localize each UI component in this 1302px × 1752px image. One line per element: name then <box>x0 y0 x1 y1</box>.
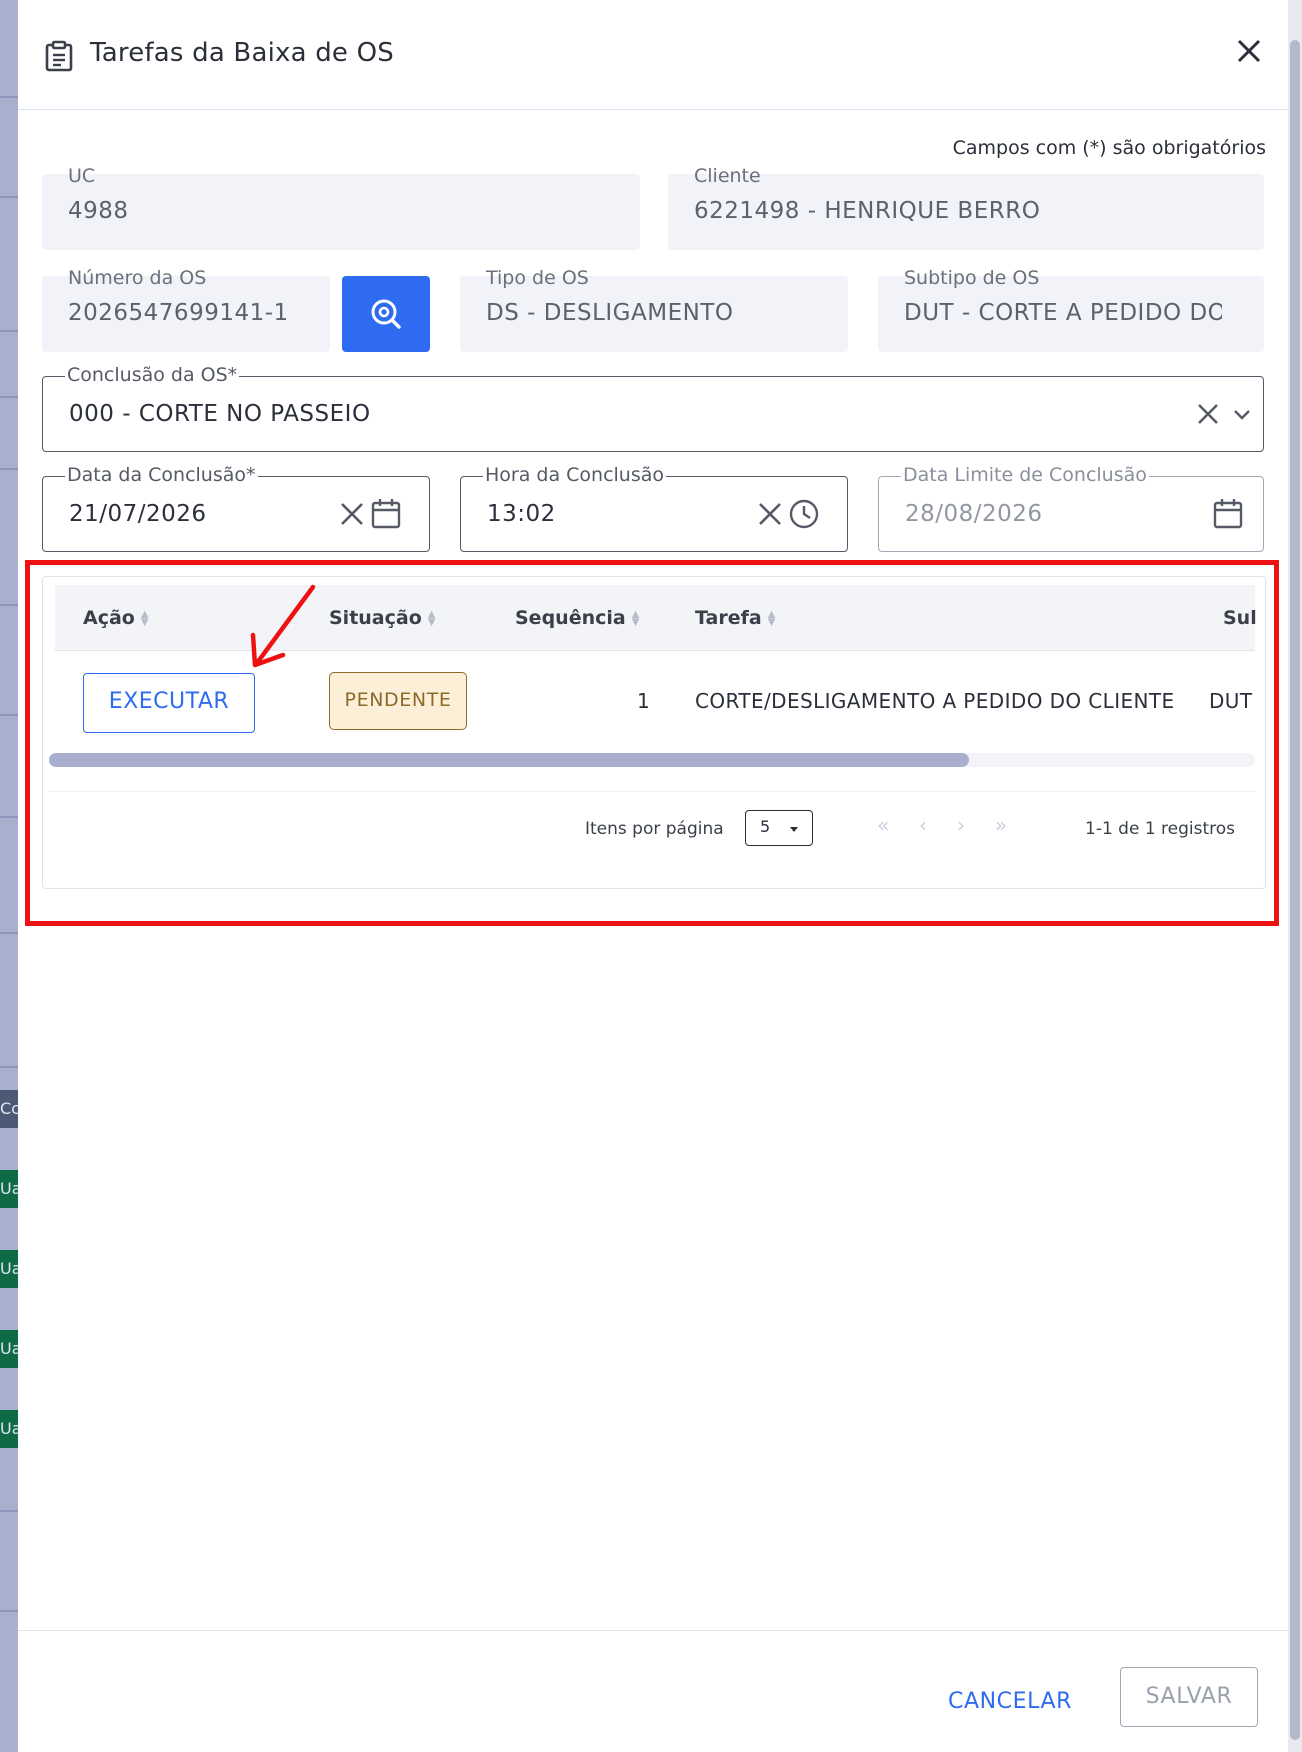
cliente-label: Cliente <box>694 165 761 187</box>
column-label: Ação <box>83 607 135 629</box>
sort-icon[interactable]: ▲ ▼ <box>141 609 149 627</box>
page-scrollbar[interactable] <box>1288 0 1302 1752</box>
sort-icon[interactable]: ▲ ▼ <box>428 609 436 627</box>
data-limite-label: Data Limite de Conclusão <box>901 464 1149 486</box>
numero-os-label: Número da OS <box>68 267 207 289</box>
dialog-footer: CANCELAR SALVAR <box>18 1630 1288 1752</box>
conclusao-os-label: Conclusão da OS* <box>65 364 240 386</box>
column-label: Sul <box>1223 607 1257 629</box>
background-chip: Cc <box>0 1090 18 1128</box>
dialog-title: Tarefas da Baixa de OS <box>90 38 394 68</box>
calendar-icon[interactable] <box>369 497 403 531</box>
background-page-strip: Cc Ua Ua Ua Ua <box>0 0 18 1752</box>
pagination-range: 1-1 de 1 registros <box>1085 819 1236 839</box>
column-header-tarefa[interactable]: Tarefa ▲ ▼ <box>695 607 775 629</box>
background-chip: Ua <box>0 1330 18 1368</box>
status-badge: PENDENTE <box>329 672 467 730</box>
tipo-os-field[interactable]: Tipo de OS DS - DESLIGAMENTO <box>460 268 848 352</box>
clock-icon[interactable] <box>787 497 821 531</box>
search-icon <box>371 299 401 329</box>
conclusao-os-value: 000 - CORTE NO PASSEIO <box>69 401 371 427</box>
caret-down-icon <box>790 827 798 832</box>
calendar-icon[interactable] <box>1211 497 1245 531</box>
data-conclusao-field[interactable]: Data da Conclusão* 21/07/2026 <box>42 465 430 552</box>
tasks-table: Ação ▲ ▼ Situação ▲ ▼ Sequência ▲ ▼ Tarefa ▲ ▼ S… <box>42 576 1266 889</box>
clear-icon[interactable] <box>335 497 369 531</box>
divider <box>0 96 18 98</box>
hora-conclusao-field[interactable]: Hora da Conclusão 13:02 <box>460 465 848 552</box>
sequence-cell: 1 <box>637 689 651 713</box>
column-label: Situação <box>329 607 422 629</box>
divider <box>0 1066 18 1068</box>
cancel-button[interactable]: CANCELAR <box>936 1677 1084 1727</box>
clipboard-icon <box>45 40 73 72</box>
table-horizontal-scrollbar[interactable] <box>49 753 1255 767</box>
items-per-page-select[interactable]: 5 <box>745 810 813 846</box>
annotation-arrow-icon <box>250 584 316 668</box>
column-label: Tarefa <box>695 607 762 629</box>
dialog-header: Tarefas da Baixa de OS <box>18 0 1288 110</box>
search-os-button[interactable] <box>342 276 430 352</box>
clear-icon[interactable] <box>753 497 787 531</box>
sort-icon[interactable]: ▲ ▼ <box>768 609 776 627</box>
background-chip: Ua <box>0 1410 18 1448</box>
divider <box>0 468 18 470</box>
divider <box>0 196 18 198</box>
hora-conclusao-value: 13:02 <box>487 501 556 527</box>
numero-os-value: 2026547699141-1 <box>68 300 289 326</box>
divider <box>0 932 18 934</box>
subtipo-os-value: DUT - CORTE A PEDIDO DO CLIENTE <box>904 300 1222 326</box>
prev-page-button[interactable]: ‹ <box>919 813 927 837</box>
column-header-situacao[interactable]: Situação ▲ ▼ <box>329 607 435 629</box>
divider <box>0 330 18 332</box>
uc-field[interactable]: UC 4988 <box>42 166 640 250</box>
items-per-page-value: 5 <box>760 817 771 836</box>
column-label: Sequência <box>515 607 626 629</box>
save-button[interactable]: SALVAR <box>1120 1667 1258 1727</box>
uc-label: UC <box>68 165 96 187</box>
tipo-os-label: Tipo de OS <box>486 267 589 289</box>
numero-os-field[interactable]: Número da OS 2026547699141-1 <box>42 268 330 352</box>
execute-button[interactable]: EXECUTAR <box>83 673 255 733</box>
next-page-button[interactable]: › <box>957 813 965 837</box>
divider <box>0 604 18 606</box>
hora-conclusao-label: Hora da Conclusão <box>483 464 667 486</box>
divider <box>0 1610 18 1612</box>
divider <box>0 396 18 398</box>
subtipo-os-field[interactable]: Subtipo de OS DUT - CORTE A PEDIDO DO CL… <box>878 268 1264 352</box>
task-cell: CORTE/DESLIGAMENTO A PEDIDO DO CLIENTE <box>695 689 1175 713</box>
background-chip: Ua <box>0 1250 18 1288</box>
page-scrollbar-thumb[interactable] <box>1290 40 1300 1740</box>
data-conclusao-value: 21/07/2026 <box>69 501 207 527</box>
divider <box>0 816 18 818</box>
subtipo-os-label: Subtipo de OS <box>904 267 1040 289</box>
uc-value: 4988 <box>68 198 129 224</box>
divider <box>0 714 18 716</box>
cliente-value: 6221498 - HENRIQUE BERRO <box>694 198 1041 224</box>
tipo-os-value: DS - DESLIGAMENTO <box>486 300 734 326</box>
clear-icon[interactable] <box>1191 397 1225 431</box>
divider <box>0 1510 18 1512</box>
sort-icon[interactable]: ▲ ▼ <box>632 609 640 627</box>
scrollbar-thumb[interactable] <box>49 753 969 767</box>
background-chip: Ua <box>0 1170 18 1208</box>
conclusao-os-select[interactable]: Conclusão da OS* 000 - CORTE NO PASSEIO <box>42 365 1264 452</box>
divider <box>49 791 1255 792</box>
chevron-down-icon[interactable] <box>1225 397 1259 431</box>
close-icon[interactable] <box>1234 36 1264 66</box>
subtype-cell: DUT <box>1209 689 1253 713</box>
data-limite-field: Data Limite de Conclusão 28/08/2026 <box>878 465 1264 552</box>
data-conclusao-label: Data da Conclusão* <box>65 464 258 486</box>
table-header: Ação ▲ ▼ Situação ▲ ▼ Sequência ▲ ▼ Tarefa ▲ ▼ S… <box>55 585 1257 651</box>
column-header-acao[interactable]: Ação ▲ ▼ <box>83 607 149 629</box>
data-limite-value: 28/08/2026 <box>905 501 1043 527</box>
required-fields-note: Campos com (*) são obrigatórios <box>952 137 1266 159</box>
column-header-subtipo[interactable]: Sul <box>1223 607 1257 629</box>
last-page-button[interactable]: » <box>995 813 1007 837</box>
column-header-sequencia[interactable]: Sequência ▲ ▼ <box>515 607 639 629</box>
task-dialog: Tarefas da Baixa de OS Campos com (*) sã… <box>18 0 1288 1752</box>
first-page-button[interactable]: « <box>877 813 889 837</box>
items-per-page-label: Itens por página <box>585 819 724 839</box>
cliente-field[interactable]: Cliente 6221498 - HENRIQUE BERRO <box>668 166 1264 250</box>
